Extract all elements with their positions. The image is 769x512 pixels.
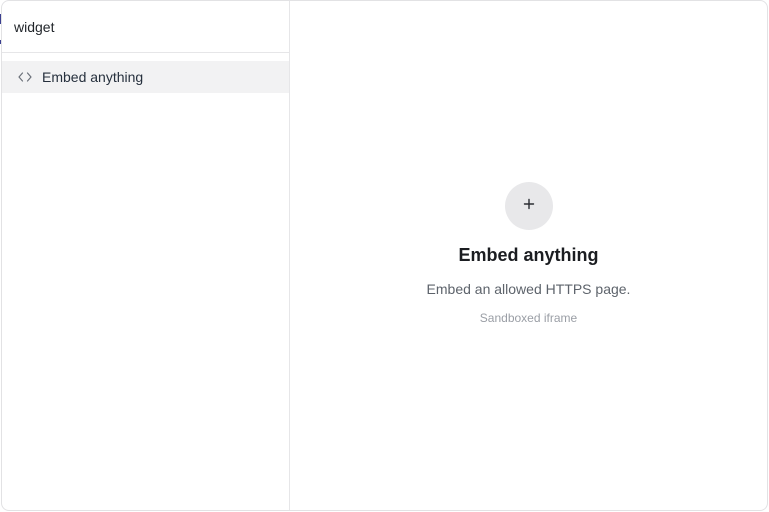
- code-brackets-icon: [17, 69, 33, 85]
- add-embed-button[interactable]: [504, 182, 553, 230]
- list-item-embed-anything[interactable]: Embed anything: [2, 61, 289, 93]
- search-input[interactable]: [14, 18, 277, 35]
- empty-state-hint: Sandboxed iframe: [479, 311, 578, 325]
- widget-list: Embed anything: [2, 53, 289, 93]
- plus-icon: [523, 197, 535, 215]
- empty-state: Embed anything Embed an allowed HTTPS pa…: [290, 182, 767, 325]
- widget-picker-window: Embed anything Embed anything Embed an a…: [1, 0, 768, 511]
- sidebar: Embed anything: [2, 1, 290, 510]
- empty-state-subtitle: Embed an allowed HTTPS page.: [426, 281, 631, 297]
- empty-state-title: Embed anything: [458, 245, 599, 265]
- list-item-label: Embed anything: [42, 69, 144, 85]
- search-bar: [2, 1, 289, 53]
- preview-panel: Embed anything Embed an allowed HTTPS pa…: [290, 1, 767, 510]
